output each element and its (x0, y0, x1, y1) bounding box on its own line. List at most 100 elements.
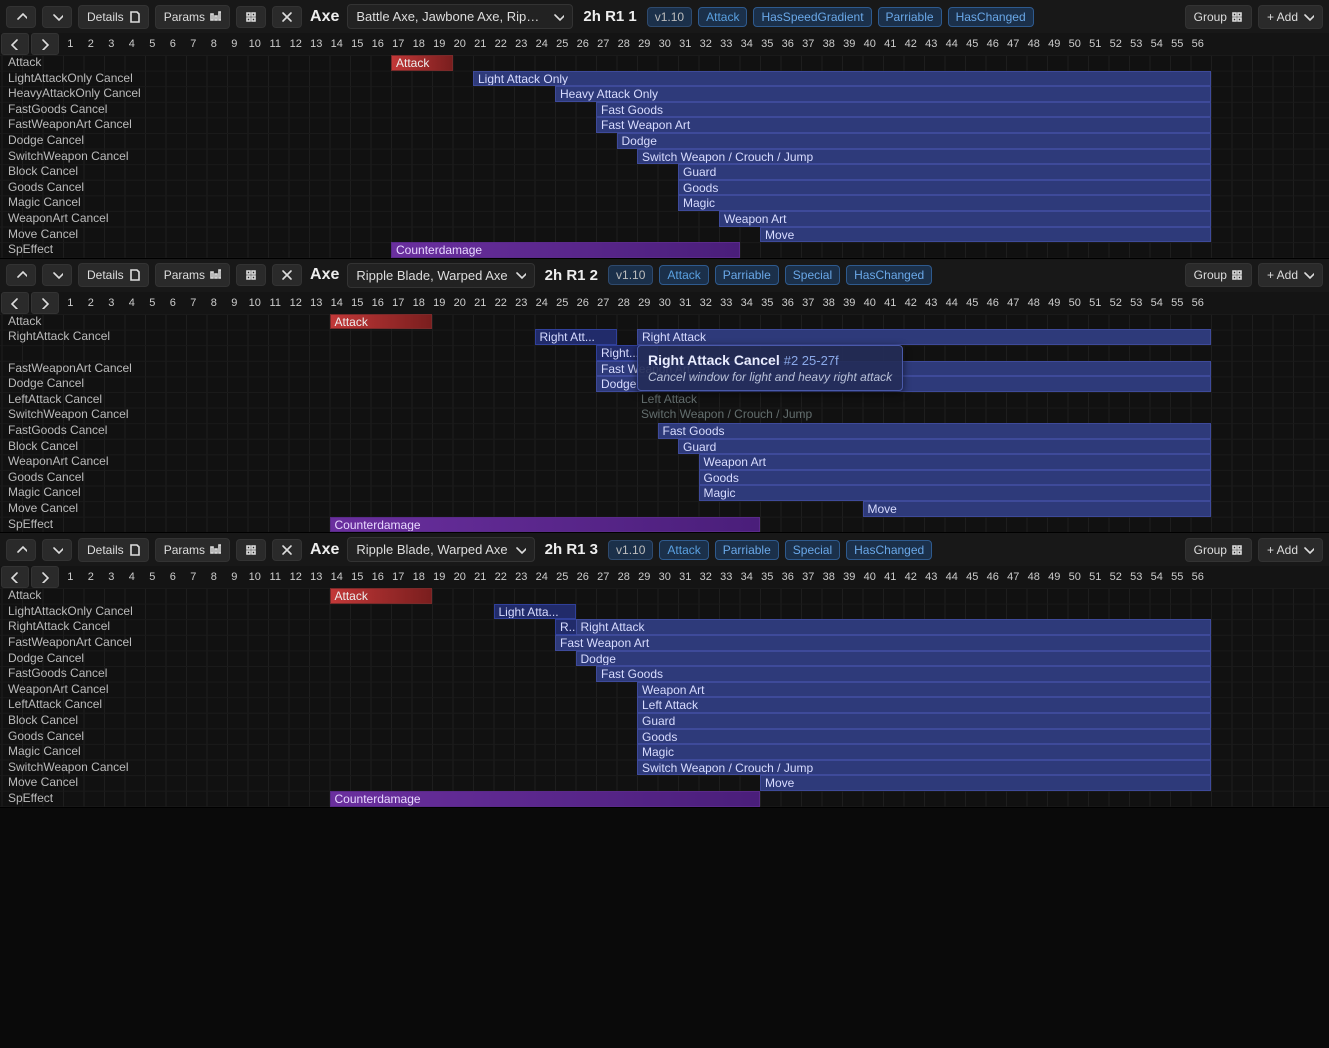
details-button[interactable]: Details (78, 538, 149, 562)
frame-tick: 35 (757, 33, 778, 55)
frame-tick: 35 (757, 566, 778, 588)
collapse-down-button[interactable] (42, 539, 72, 561)
chevron-left-icon (9, 571, 21, 583)
next-button[interactable] (31, 292, 59, 314)
group-button[interactable]: Group (1185, 5, 1252, 29)
prev-button[interactable] (1, 566, 29, 588)
timeline-bar[interactable]: Fast Goods (658, 423, 1212, 439)
timeline-bar[interactable]: Right Att... (535, 329, 617, 345)
timeline-track: Magic Cancel Magic (0, 744, 1329, 760)
details-button[interactable]: Details (78, 263, 149, 287)
timeline-bar[interactable]: Right Attack (637, 329, 1211, 345)
frame-tick: 41 (880, 566, 901, 588)
timeline-bar[interactable]: Move (863, 501, 1212, 517)
timeline-bar[interactable]: Switch Weapon / Crouch / Jump (637, 407, 1211, 423)
timeline-track: Goods Cancel Goods (0, 470, 1329, 486)
timeline-bar[interactable]: Magic (637, 744, 1211, 760)
timeline-bar[interactable]: Counterdamage (330, 517, 761, 533)
timeline-track: Dodge Cancel DodgeDodge (0, 133, 1329, 149)
timeline-bar[interactable]: Guard (678, 439, 1211, 455)
timeline-track: SpEffect Counterdamage (0, 242, 1329, 258)
track-name: Dodge Cancel (8, 133, 84, 149)
timeline-bar[interactable]: Attack (391, 55, 453, 71)
params-button[interactable]: Params (155, 538, 230, 562)
collapse-up-button[interactable] (6, 6, 36, 28)
params-button[interactable]: Params (155, 5, 230, 29)
weapon-dropdown[interactable]: Ripple Blade, Warped Axe (347, 263, 534, 288)
timeline-bar[interactable]: Fast Goods (596, 666, 1211, 682)
add-button[interactable]: + Add (1258, 538, 1323, 562)
prev-button[interactable] (1, 33, 29, 55)
timeline-bar[interactable]: Switch Weapon / Crouch / Jump (637, 760, 1211, 776)
frame-tick: 38 (819, 33, 840, 55)
timeline-bar[interactable]: Light Atta... (494, 604, 576, 620)
frame-tick: 32 (696, 292, 717, 314)
timeline-bar[interactable]: Right Attack (576, 619, 1212, 635)
timeline-bar[interactable]: Weapon Art (699, 454, 1212, 470)
frame-tick: 45 (962, 292, 983, 314)
frame-ruler-bar: 1234567891011121314151617181920212223242… (0, 566, 1329, 588)
close-button[interactable] (272, 539, 302, 561)
timeline-bar[interactable]: Goods (678, 180, 1211, 196)
timeline-bar[interactable]: Magic (678, 195, 1211, 211)
timeline-bar[interactable]: Fast Weapon Art (596, 117, 1211, 133)
timeline-bar[interactable]: Goods (699, 470, 1212, 486)
tooltip-title: Right Attack Cancel (648, 352, 780, 368)
timeline-bar[interactable]: Fast Goods (596, 102, 1211, 118)
params-button[interactable]: Params (155, 263, 230, 287)
frame-tick: 2 (81, 292, 102, 314)
frame-tick: 7 (183, 566, 204, 588)
group-button[interactable]: Group (1185, 538, 1252, 562)
timeline-bar[interactable]: Attack (330, 314, 433, 330)
timeline-track: Magic Cancel Magic (0, 485, 1329, 501)
timeline-bar[interactable]: Guard (637, 713, 1211, 729)
timeline-bar[interactable]: Light Attack Only (473, 71, 1211, 87)
timeline-bar[interactable]: Move (760, 227, 1211, 243)
grid-button[interactable] (236, 264, 266, 286)
group-button[interactable]: Group (1185, 263, 1252, 287)
weapon-dropdown[interactable]: Ripple Blade, Warped Axe (347, 537, 534, 562)
weapon-dropdown[interactable]: Battle Axe, Jawbone Axe, Rippl... (347, 4, 573, 29)
frame-tick: 50 (1065, 292, 1086, 314)
timeline-bar[interactable]: Weapon Art (637, 682, 1211, 698)
timeline-bar[interactable]: Attack (330, 588, 433, 604)
frame-tick: 46 (983, 33, 1004, 55)
grid-button[interactable] (236, 539, 266, 561)
timeline-bar[interactable]: Weapon Art (719, 211, 1211, 227)
grid-button[interactable] (236, 6, 266, 28)
timeline-bar[interactable]: Left Attack (637, 697, 1211, 713)
timeline-bar[interactable]: Heavy Attack Only (555, 86, 1211, 102)
add-button[interactable]: + Add (1258, 263, 1323, 287)
details-button[interactable]: Details (78, 5, 149, 29)
timeline-bar[interactable]: Dodge (617, 133, 1212, 149)
track-name: Goods Cancel (8, 729, 84, 745)
frame-tick: 52 (1106, 292, 1127, 314)
timeline-bar[interactable]: Dodge (576, 651, 1212, 667)
panel-toolbar: Details Params Axe Ripple Blade, Warped … (0, 533, 1329, 566)
timeline-track: LightAttackOnly Cancel Light Attack Only… (0, 71, 1329, 87)
chevron-right-icon (39, 38, 51, 50)
prev-button[interactable] (1, 292, 29, 314)
timeline-bar[interactable]: Counterdamage (391, 242, 740, 258)
timeline-bar[interactable]: Fast Weapon Art (555, 635, 1211, 651)
timeline-bar[interactable]: Left Attack (637, 392, 1211, 408)
timeline-bar[interactable]: Magic (699, 485, 1212, 501)
collapse-up-button[interactable] (6, 264, 36, 286)
track-name: LeftAttack Cancel (8, 392, 102, 408)
frame-tick: 46 (983, 292, 1004, 314)
timeline-bar[interactable]: Move (760, 775, 1211, 791)
frame-tick: 15 (347, 292, 368, 314)
close-button[interactable] (272, 264, 302, 286)
timeline-bar[interactable]: Goods (637, 729, 1211, 745)
collapse-down-button[interactable] (42, 6, 72, 28)
timeline-bar[interactable]: Counterdamage (330, 791, 761, 807)
close-button[interactable] (272, 6, 302, 28)
collapse-up-button[interactable] (6, 539, 36, 561)
next-button[interactable] (31, 33, 59, 55)
collapse-down-button[interactable] (42, 264, 72, 286)
add-button[interactable]: + Add (1258, 5, 1323, 29)
next-button[interactable] (31, 566, 59, 588)
timeline-track: Block Cancel Guard (0, 439, 1329, 455)
timeline-bar[interactable]: Guard (678, 164, 1211, 180)
timeline-bar[interactable]: Switch Weapon / Crouch / Jump (637, 149, 1211, 165)
